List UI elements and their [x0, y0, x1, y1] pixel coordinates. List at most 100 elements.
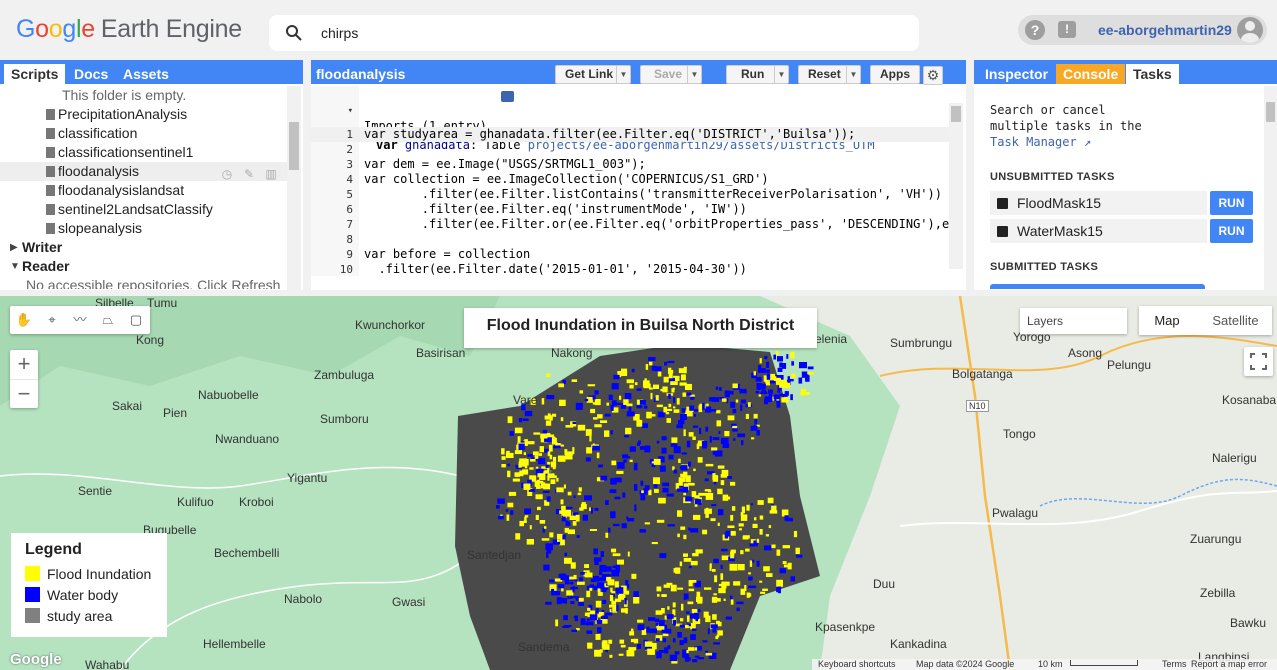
chevron-down-icon[interactable]: ▼ [616, 66, 630, 83]
left-splitter[interactable] [303, 60, 311, 290]
layers-control[interactable]: Layers [1020, 308, 1127, 334]
script-item-selected[interactable]: floodanalysis ◷ ✎ ▥ [0, 162, 287, 181]
zoom-in-button[interactable]: + [10, 350, 38, 378]
code-line[interactable]: 7 .filter(ee.Filter.or(ee.Filter.eq('orb… [311, 217, 956, 232]
tab-docs[interactable]: Docs [67, 64, 115, 84]
right-splitter[interactable] [966, 60, 974, 290]
map-type-map-button[interactable]: Map [1139, 306, 1195, 335]
editor-scroll-thumb[interactable] [951, 106, 961, 122]
water-body-pixel [710, 409, 717, 412]
chevron-down-icon[interactable]: ▼ [774, 66, 788, 83]
run-button[interactable]: Run ▼ [726, 65, 789, 84]
terms-link[interactable]: Terms [1162, 659, 1187, 670]
imports-header[interactable]: ▾ Imports (1 entry) [311, 89, 951, 133]
script-item[interactable]: slopeanalysis [0, 219, 287, 238]
flood-pixel [587, 384, 596, 387]
script-item[interactable]: sentinel2LandsatClassify [0, 200, 287, 219]
scripts-scroll-thumb[interactable] [289, 122, 299, 170]
folder-reader[interactable]: ▼ Reader [0, 257, 287, 276]
editor-scrollbar[interactable] [949, 103, 963, 269]
run-task-button[interactable]: RUN [1210, 219, 1253, 243]
username[interactable]: ee-aborgehmartin29 [1098, 22, 1232, 38]
code-line[interactable]: 4 var collection = ee.ImageCollection('CO… [311, 172, 951, 187]
code-line[interactable]: 6 .filter(ee.Filter.eq('instrumentMode',… [311, 202, 951, 217]
search-input[interactable] [321, 23, 881, 43]
flood-pixel [577, 424, 586, 431]
delete-icon[interactable]: ▥ [263, 165, 279, 181]
map-view[interactable]: Silbelle Tumu Kwunchorkor Kong Basirisan Nako… [0, 296, 1277, 670]
code-line[interactable]: 8 [311, 232, 951, 247]
fullscreen-icon[interactable] [1244, 347, 1273, 376]
map-type-satellite-button[interactable]: Satellite [1199, 306, 1272, 335]
scripts-scrollbar[interactable] [287, 86, 301, 290]
report-map-error-link[interactable]: Report a map error [1191, 659, 1267, 670]
reset-button[interactable]: Reset ▼ [798, 65, 861, 84]
flood-pixel [584, 572, 593, 578]
water-body-pixel [612, 523, 620, 527]
code-text: .filter(ee.Filter.or(ee.Filter.eq('orbit… [364, 217, 957, 231]
apps-button[interactable]: Apps [870, 65, 920, 84]
imports-doc-icon[interactable] [501, 91, 514, 102]
water-body-pixel [551, 588, 555, 594]
code-line[interactable]: 1 var studyarea = ghanadata.filter(ee.Fil… [311, 127, 951, 142]
script-item[interactable]: PrecipitationAnalysis [0, 105, 287, 124]
code-line[interactable]: 5 .filter(ee.Filter.listContains('transm… [311, 187, 951, 202]
flood-pixel [592, 402, 598, 405]
help-icon[interactable]: ? [1025, 20, 1045, 40]
get-link-button[interactable]: Get Link ▼ [555, 65, 631, 84]
water-body-pixel [709, 436, 712, 443]
history-icon[interactable]: ◷ [219, 165, 235, 181]
keyboard-shortcuts-link[interactable]: Keyboard shortcuts [818, 659, 896, 670]
polyline-icon[interactable]: 〰 [70, 310, 90, 330]
tasks-scroll-thumb[interactable] [1266, 102, 1275, 122]
avatar[interactable] [1237, 17, 1263, 43]
rename-icon[interactable]: ✎ [241, 165, 257, 181]
code-line[interactable]: 2 [311, 142, 951, 157]
tab-scripts[interactable]: Scripts [4, 64, 66, 84]
water-body-pixel [717, 509, 724, 516]
zoom-out-button[interactable]: − [10, 379, 38, 407]
save-button[interactable]: Save ▼ [640, 65, 702, 84]
water-body-pixel [527, 509, 531, 514]
import-entry[interactable]: ▶ var ghanadata: Table projects/ee-aborg… [311, 108, 951, 152]
code-editor[interactable]: ▾ Imports (1 entry) ▶ var ghanadata: Tab… [311, 86, 966, 276]
pan-hand-icon[interactable]: ✋ [14, 310, 34, 330]
water-body-pixel [605, 500, 609, 505]
tab-console[interactable]: Console [1056, 64, 1126, 84]
code-line[interactable]: 10 .filter(ee.Filter.date('2015-01-01', … [311, 262, 951, 276]
flood-pixel [688, 581, 693, 587]
chevron-down-icon[interactable]: ▼ [687, 66, 701, 83]
tab-tasks[interactable]: Tasks [1126, 64, 1179, 84]
water-body-pixel [658, 620, 665, 627]
water-body-pixel [777, 356, 783, 362]
flood-pixel [585, 429, 592, 436]
task-manager-link[interactable]: Task Manager [990, 135, 1077, 149]
code-line[interactable]: 3 var dem = ee.Image("USGS/SRTMGL1_003"); [311, 157, 951, 172]
polygon-icon[interactable]: ⏢ [98, 310, 118, 330]
script-item[interactable]: floodanalysislandsat [0, 181, 287, 200]
code-line[interactable]: 9 var before = collection [311, 247, 951, 262]
external-link-icon[interactable]: ↗ [1084, 135, 1091, 149]
tab-assets[interactable]: Assets [116, 64, 176, 84]
water-body-pixel [542, 528, 545, 533]
script-item[interactable]: classification [0, 124, 287, 143]
earth-engine-logo[interactable]: Google Earth Engine [16, 15, 242, 44]
flood-pixel [529, 525, 532, 530]
tab-inspector[interactable]: Inspector [978, 64, 1055, 84]
chevron-down-icon[interactable]: ▼ [846, 66, 860, 83]
scale-label[interactable]: 10 km [1038, 659, 1063, 670]
search-box[interactable] [269, 15, 919, 51]
logo-letter: g [62, 15, 76, 43]
settings-gear-icon[interactable]: ⚙ [923, 66, 943, 85]
rectangle-icon[interactable]: ▢ [126, 310, 146, 330]
run-task-button[interactable]: RUN [1210, 191, 1253, 215]
feedback-icon[interactable]: ! [1058, 21, 1076, 38]
flood-pixel [705, 652, 713, 656]
folder-writer[interactable]: ▶ Writer [0, 238, 287, 257]
submitted-task-item[interactable] [990, 284, 1205, 289]
script-item[interactable]: classificationsentinel1 [0, 143, 287, 162]
water-body-pixel [705, 426, 709, 432]
marker-icon[interactable]: ⌖ [42, 310, 62, 330]
map-legend: Legend Flood Inundation Water body study… [11, 533, 167, 637]
water-body-pixel [631, 368, 635, 373]
